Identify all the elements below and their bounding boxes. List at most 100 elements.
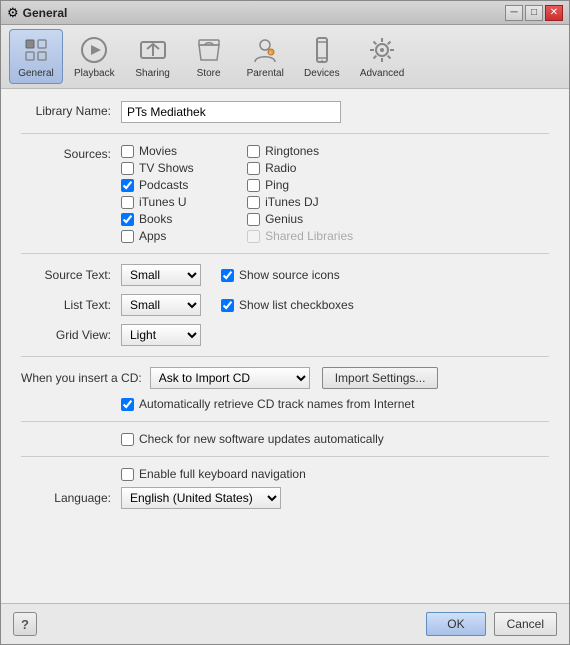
language-select[interactable]: English (United States) Deutsch Français… [121, 487, 281, 509]
cb-ping: Ping [247, 178, 353, 192]
genius-checkbox[interactable] [247, 213, 260, 226]
source-text-controls: Small Large Show source icons [121, 264, 340, 286]
cd-insert-label: When you insert a CD: [21, 371, 142, 385]
content-area: Library Name: Sources: Movies Ringtones … [1, 89, 569, 603]
auto-retrieve-checkbox[interactable] [121, 398, 134, 411]
show-source-icons-label: Show source icons [239, 268, 340, 282]
cd-action-select[interactable]: Ask to Import CD Import CD Import CD and… [150, 367, 310, 389]
tab-advanced[interactable]: Advanced [351, 29, 413, 84]
ringtones-checkbox[interactable] [247, 145, 260, 158]
tab-devices-label: Devices [304, 68, 340, 79]
keyboard-nav-checkbox[interactable] [121, 468, 134, 481]
tvshows-checkbox[interactable] [121, 162, 134, 175]
list-text-row: List Text: Small Large Show list checkbo… [21, 294, 549, 316]
tab-devices[interactable]: Devices [295, 29, 349, 84]
sources-grid: Movies Ringtones TV Shows Radio Podcasts [121, 144, 353, 243]
divider-3 [21, 356, 549, 357]
books-checkbox[interactable] [121, 213, 134, 226]
cd-insert-row: When you insert a CD: Ask to Import CD I… [21, 367, 549, 389]
apps-label: Apps [139, 229, 166, 243]
updates-checkbox[interactable] [121, 433, 134, 446]
source-text-row: Source Text: Small Large Show source ico… [21, 264, 549, 286]
store-icon [193, 34, 225, 66]
tab-parental-label: Parental [247, 68, 284, 79]
divider-5 [21, 456, 549, 457]
footer-buttons: OK Cancel [426, 612, 557, 636]
sharedlibs-checkbox[interactable] [247, 230, 260, 243]
library-name-row: Library Name: [21, 101, 549, 123]
itunesu-checkbox[interactable] [121, 196, 134, 209]
updates-row: Check for new software updates automatic… [121, 432, 549, 446]
source-text-select[interactable]: Small Large [121, 264, 201, 286]
window-controls: ─ □ ✕ [505, 5, 563, 21]
updates-text: Check for new software updates automatic… [139, 432, 384, 446]
show-source-icons-row: Show source icons [221, 268, 340, 282]
import-settings-button[interactable]: Import Settings... [322, 367, 439, 389]
show-list-checkboxes-row: Show list checkboxes [221, 298, 354, 312]
podcasts-label: Podcasts [139, 178, 188, 192]
cb-movies: Movies [121, 144, 227, 158]
itunesu-label: iTunes U [139, 195, 187, 209]
tab-advanced-label: Advanced [360, 68, 404, 79]
tab-general-label: General [18, 68, 54, 79]
cb-ringtones: Ringtones [247, 144, 353, 158]
show-list-checkboxes-checkbox[interactable] [221, 299, 234, 312]
tab-playback-label: Playback [74, 68, 115, 79]
window-icon: ⚙ [7, 5, 19, 21]
radio-checkbox[interactable] [247, 162, 260, 175]
apps-checkbox[interactable] [121, 230, 134, 243]
tab-sharing[interactable]: Sharing [126, 29, 180, 84]
podcasts-checkbox[interactable] [121, 179, 134, 192]
tab-parental[interactable]: ! Parental [238, 29, 293, 84]
updates-label: Check for new software updates automatic… [121, 432, 549, 446]
tab-store-label: Store [197, 68, 221, 79]
maximize-button[interactable]: □ [525, 5, 543, 21]
cb-itunesu: iTunes U [121, 195, 227, 209]
window-title: General [23, 6, 68, 20]
toolbar: General Playback Sharing [1, 25, 569, 89]
grid-view-select[interactable]: Light Dark [121, 324, 201, 346]
sources-label: Sources: [21, 144, 121, 161]
list-text-select[interactable]: Small Large [121, 294, 201, 316]
cb-podcasts: Podcasts [121, 178, 227, 192]
show-source-icons-checkbox[interactable] [221, 269, 234, 282]
svg-text:!: ! [270, 51, 271, 56]
cb-sharedlibraries: Shared Libraries [247, 229, 353, 243]
help-button[interactable]: ? [13, 612, 37, 636]
auto-retrieve-label: Automatically retrieve CD track names fr… [121, 397, 549, 411]
show-list-checkboxes-label: Show list checkboxes [239, 298, 354, 312]
divider-4 [21, 421, 549, 422]
movies-checkbox[interactable] [121, 145, 134, 158]
source-text-label: Source Text: [21, 268, 121, 282]
itunesdj-label: iTunes DJ [265, 195, 319, 209]
playback-icon [78, 34, 110, 66]
devices-icon [306, 34, 338, 66]
cb-apps: Apps [121, 229, 227, 243]
genius-label: Genius [265, 212, 303, 226]
tab-playback[interactable]: Playback [65, 29, 124, 84]
footer: ? OK Cancel [1, 603, 569, 644]
title-bar: ⚙ General ─ □ ✕ [1, 1, 569, 25]
cancel-button[interactable]: Cancel [494, 612, 557, 636]
cb-tvshows: TV Shows [121, 161, 227, 175]
ok-button[interactable]: OK [426, 612, 485, 636]
library-name-input[interactable] [121, 101, 341, 123]
cb-itunesdj: iTunes DJ [247, 195, 353, 209]
itunesdj-checkbox[interactable] [247, 196, 260, 209]
tvshows-label: TV Shows [139, 161, 194, 175]
close-button[interactable]: ✕ [545, 5, 563, 21]
tab-general[interactable]: General [9, 29, 63, 84]
language-label: Language: [21, 491, 121, 505]
minimize-button[interactable]: ─ [505, 5, 523, 21]
grid-view-label: Grid View: [21, 328, 121, 342]
ping-checkbox[interactable] [247, 179, 260, 192]
divider-1 [21, 133, 549, 134]
auto-retrieve-row: Automatically retrieve CD track names fr… [121, 397, 549, 411]
tab-store[interactable]: Store [182, 29, 236, 84]
language-row: Language: English (United States) Deutsc… [21, 487, 549, 509]
keyboard-nav-label: Enable full keyboard navigation [121, 467, 549, 481]
cb-genius: Genius [247, 212, 353, 226]
general-window: ⚙ General ─ □ ✕ General [0, 0, 570, 645]
movies-label: Movies [139, 144, 177, 158]
divider-2 [21, 253, 549, 254]
